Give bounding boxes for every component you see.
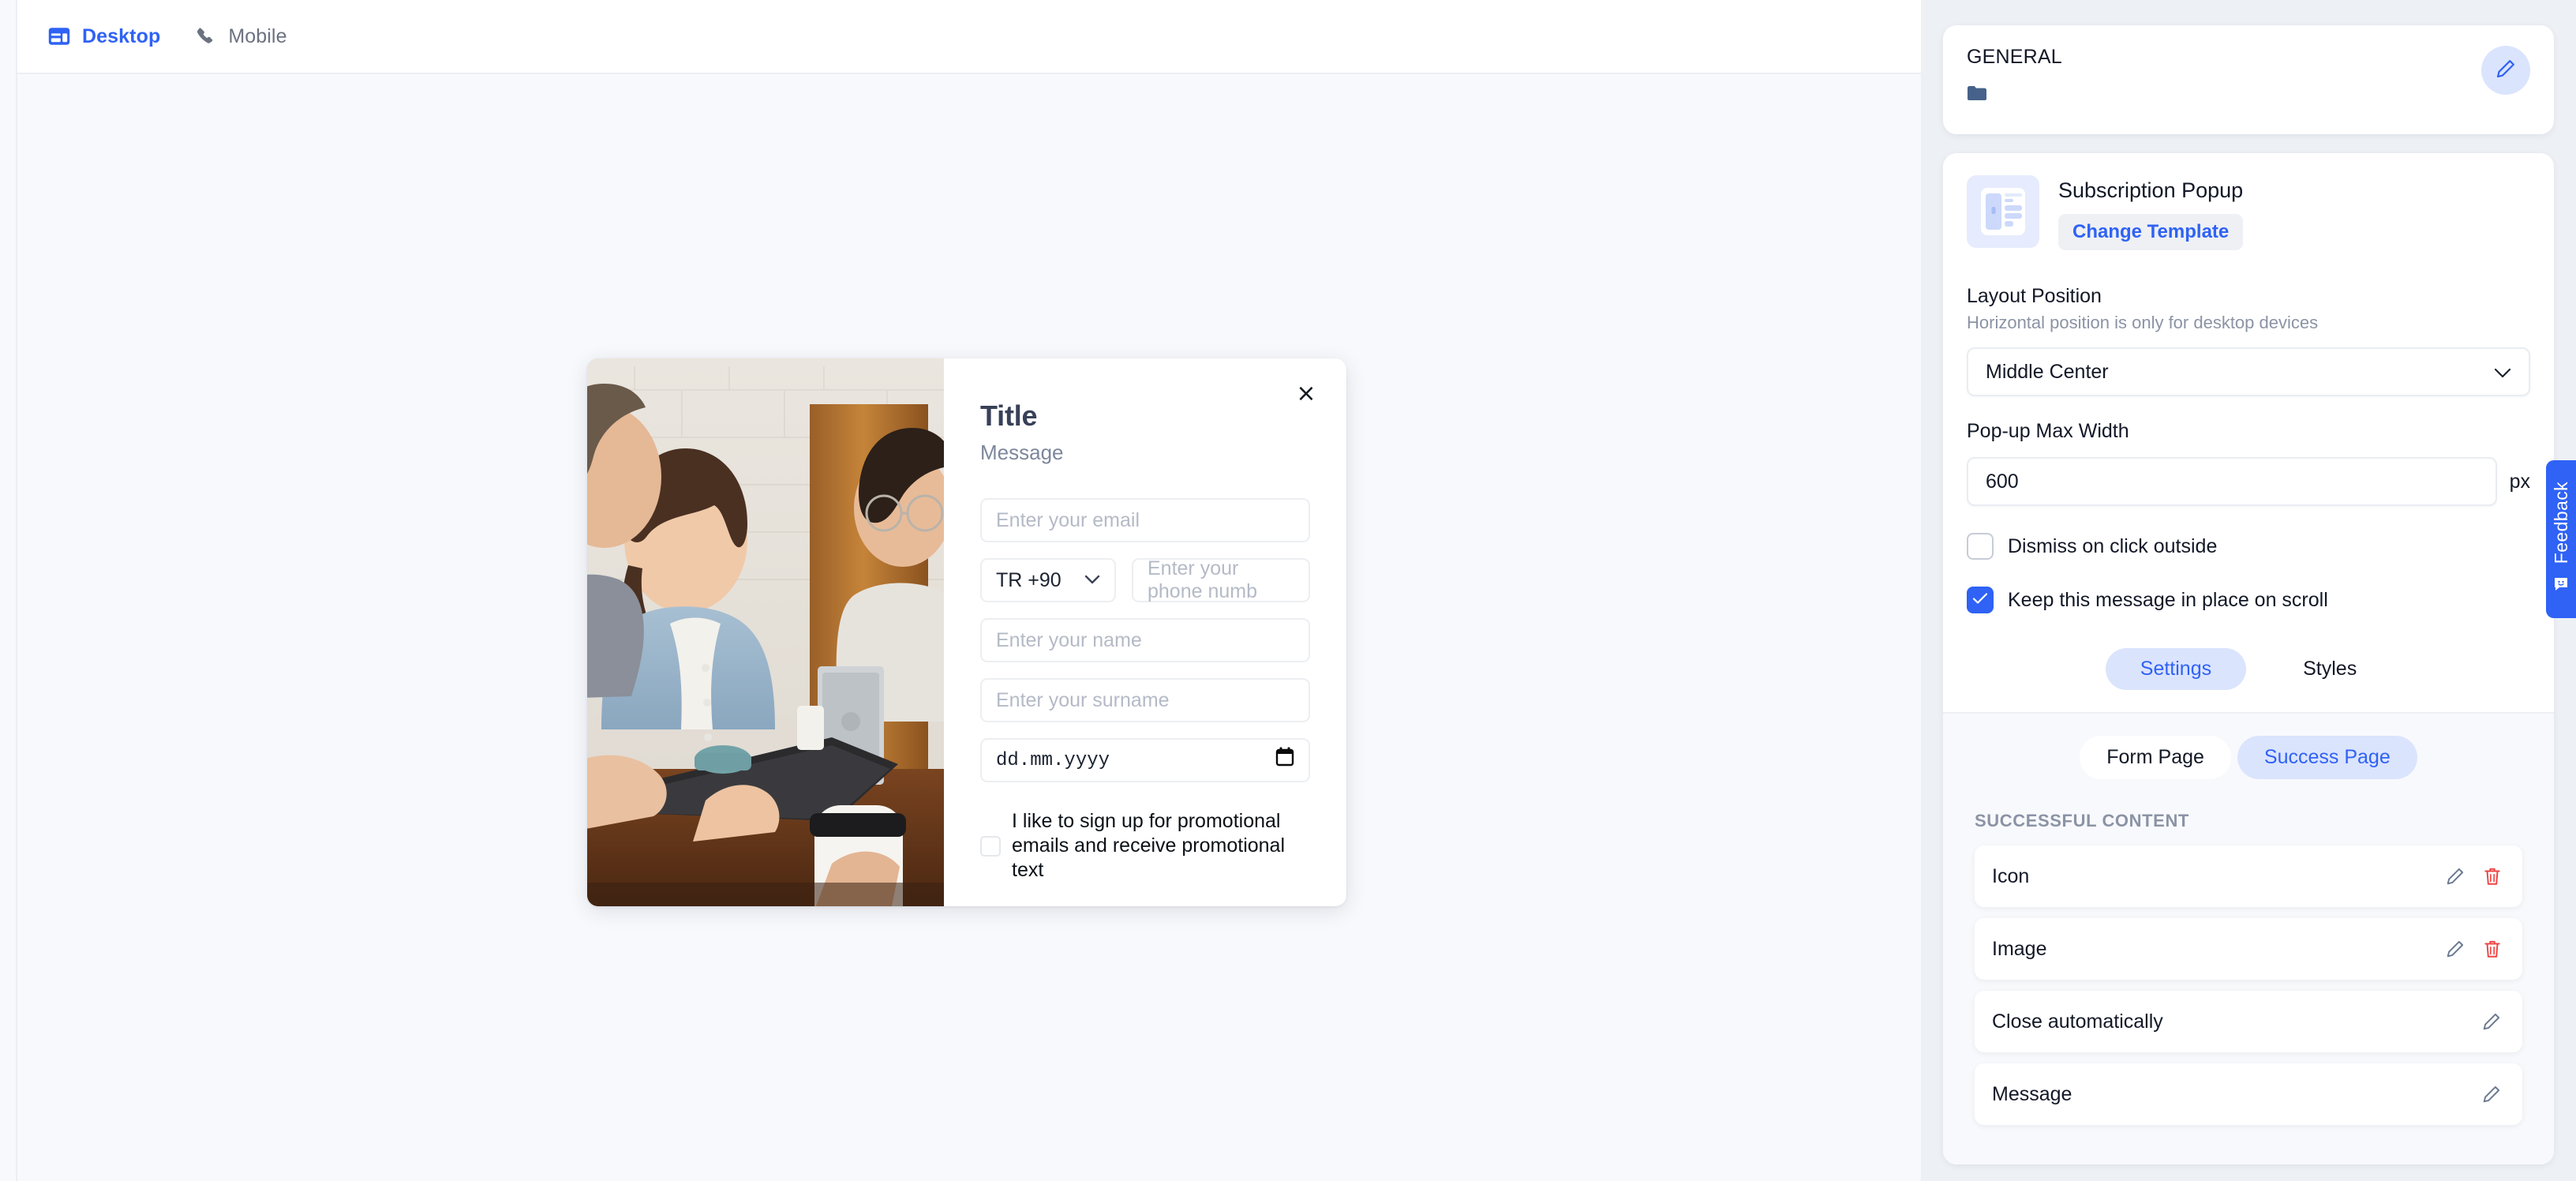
consent-row[interactable]: I like to sign up for promotional emails… xyxy=(980,809,1310,883)
dismiss-on-click-outside-label: Dismiss on click outside xyxy=(2008,534,2218,557)
layout-position-label: Layout Position xyxy=(1967,285,2102,307)
check-icon xyxy=(1972,592,1988,609)
birthdate-input[interactable]: dd.mm.yyyy xyxy=(980,738,1310,782)
pencil-icon[interactable] xyxy=(2445,939,2466,959)
app-root: Desktop Mobile × Title Message Enter you… xyxy=(0,0,2576,1181)
list-item-actions xyxy=(2481,1011,2502,1032)
template-row: Subscription Popup Change Template xyxy=(1943,175,2554,250)
tab-styles[interactable]: Styles xyxy=(2268,648,2391,690)
max-width-input[interactable]: 600 xyxy=(1967,457,2497,506)
list-item[interactable]: Icon xyxy=(1975,845,2522,907)
tab-settings[interactable]: Settings xyxy=(2105,648,2247,690)
keep-in-place-label: Keep this message in place on scroll xyxy=(2008,588,2328,611)
pencil-icon xyxy=(2495,58,2517,84)
country-code-select[interactable]: TR +90 xyxy=(980,558,1116,602)
list-item-actions xyxy=(2445,939,2502,959)
list-item-label: Icon xyxy=(1992,864,2030,887)
pencil-icon[interactable] xyxy=(2445,866,2466,887)
phone-icon xyxy=(195,25,217,47)
keep-in-place-row[interactable]: Keep this message in place on scroll xyxy=(1943,587,2554,613)
name-input[interactable]: Enter your name xyxy=(980,618,1310,662)
surname-input[interactable]: Enter your surname xyxy=(980,678,1310,722)
left-rail xyxy=(0,0,17,1181)
feedback-label: Feedback xyxy=(2550,482,2571,564)
surname-placeholder: Enter your surname xyxy=(996,688,1170,711)
layout-position-hint: Horizontal position is only for desktop … xyxy=(1967,313,2319,332)
list-item[interactable]: Close automatically xyxy=(1975,991,2522,1052)
dismiss-on-click-outside-row[interactable]: Dismiss on click outside xyxy=(1943,533,2554,560)
dismiss-on-click-outside-checkbox[interactable] xyxy=(1967,533,1994,560)
layout-position-select[interactable]: Middle Center xyxy=(1967,347,2530,396)
tab-success-page[interactable]: Success Page xyxy=(2237,736,2417,779)
list-item-actions xyxy=(2481,1084,2502,1104)
tab-mobile[interactable]: Mobile xyxy=(195,13,286,60)
tab-desktop-label: Desktop xyxy=(82,24,161,47)
smiley-chat-icon xyxy=(2552,576,2570,597)
max-width-label: Pop-up Max Width xyxy=(1967,420,2129,442)
date-placeholder: dd.mm.yyyy xyxy=(996,749,1110,771)
general-card: GENERAL xyxy=(1943,25,2554,134)
list-item-label: Image xyxy=(1992,937,2047,960)
popup-hero-image xyxy=(587,358,944,906)
chevron-down-icon xyxy=(1084,572,1100,589)
preview-canvas: × Title Message Enter your email TR +90 xyxy=(17,74,1921,1181)
consent-label: I like to sign up for promotional emails… xyxy=(1012,810,1286,881)
popup-form-body: × Title Message Enter your email TR +90 xyxy=(944,358,1346,906)
max-width-value: 600 xyxy=(1986,470,2019,493)
calendar-icon[interactable] xyxy=(1275,747,1294,774)
list-item-actions xyxy=(2445,866,2502,887)
list-item[interactable]: Message xyxy=(1975,1063,2522,1125)
template-name: Subscription Popup xyxy=(2058,178,2244,202)
email-placeholder: Enter your email xyxy=(996,508,1140,531)
main-tabs: Settings Styles xyxy=(1943,648,2554,714)
settings-panel: GENERAL Subscription Popup Change Templa… xyxy=(1921,0,2576,1181)
edit-general-button[interactable] xyxy=(2481,46,2530,95)
consent-checkbox[interactable] xyxy=(980,835,1001,857)
list-item-label: Message xyxy=(1992,1082,2072,1105)
name-placeholder: Enter your name xyxy=(996,628,1142,651)
content-item-list: Icon Image Close automatically Message xyxy=(1943,845,2554,1125)
pencil-icon[interactable] xyxy=(2481,1011,2502,1032)
trash-icon[interactable] xyxy=(2483,939,2502,959)
page-tabs: Form Page Success Page xyxy=(1943,736,2554,779)
device-toolbar: Desktop Mobile xyxy=(17,0,1921,74)
preview-side: Desktop Mobile × Title Message Enter you… xyxy=(0,0,1921,1181)
layout-position-value: Middle Center xyxy=(1986,360,2109,383)
subscription-popup-preview: × Title Message Enter your email TR +90 xyxy=(587,358,1346,906)
list-item[interactable]: Image xyxy=(1975,918,2522,980)
max-width-unit: px xyxy=(2509,470,2530,493)
phone-placeholder: Enter your phone numb xyxy=(1148,557,1258,602)
folder-icon xyxy=(1967,84,2062,106)
trash-icon[interactable] xyxy=(2483,866,2502,887)
desktop-icon xyxy=(47,27,71,46)
popup-template-icon xyxy=(1967,175,2039,248)
template-meta: Subscription Popup Change Template xyxy=(2058,175,2244,250)
tab-form-page[interactable]: Form Page xyxy=(2080,736,2231,779)
general-title: GENERAL xyxy=(1967,46,2062,68)
list-item-label: Close automatically xyxy=(1992,1010,2163,1033)
email-input[interactable]: Enter your email xyxy=(980,498,1310,542)
feedback-tab[interactable]: Feedback xyxy=(2546,460,2576,618)
successful-content-heading: SUCCESSFUL CONTENT xyxy=(1975,811,2189,830)
general-info: GENERAL xyxy=(1967,46,2062,106)
chevron-down-icon xyxy=(2494,361,2511,384)
pencil-icon[interactable] xyxy=(2481,1084,2502,1104)
max-width-row: 600 px xyxy=(1967,457,2530,506)
popup-title: Title xyxy=(980,399,1038,432)
keep-in-place-checkbox[interactable] xyxy=(1967,587,1994,613)
page-section: Form Page Success Page SUCCESSFUL CONTEN… xyxy=(1943,714,2554,1164)
popup-message: Message xyxy=(980,441,1064,464)
tab-mobile-label: Mobile xyxy=(228,24,287,47)
popup-settings-card: Subscription Popup Change Template Layou… xyxy=(1943,153,2554,1164)
phone-row: TR +90 Enter your phone numb xyxy=(980,557,1310,602)
tab-desktop[interactable]: Desktop xyxy=(47,13,160,60)
change-template-button[interactable]: Change Template xyxy=(2058,214,2244,250)
close-icon[interactable]: × xyxy=(1293,381,1320,407)
country-code-value: TR +90 xyxy=(996,568,1061,591)
phone-input[interactable]: Enter your phone numb xyxy=(1132,557,1310,602)
